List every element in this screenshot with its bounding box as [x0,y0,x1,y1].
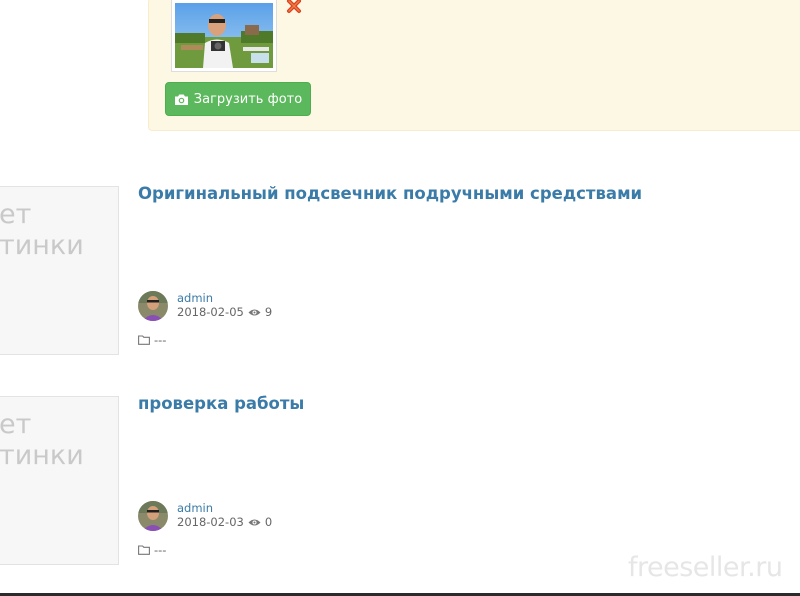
post-title-link[interactable]: Оригинальный подсвечник подручными средс… [138,184,642,203]
photo-image [175,3,273,68]
no-image-placeholder[interactable]: ет тинки [0,396,119,565]
category-name[interactable]: --- [154,333,166,347]
post-date: 2018-02-05 [177,305,244,319]
view-count: 9 [264,305,273,319]
post-meta: 2018-02-05 9 [177,305,272,319]
camera-icon [174,94,188,105]
post-title-link[interactable]: проверка работы [138,394,304,413]
author-link[interactable]: admin [177,291,213,305]
page: Загрузить фото ет тинки Оригинальный под… [0,0,800,596]
post-item: ет тинки проверка работы admin 2018-02-0… [0,394,800,566]
photo-upload-panel: Загрузить фото [148,0,800,131]
category-name[interactable]: --- [154,543,166,557]
delete-photo-icon[interactable] [286,0,302,14]
folder-icon [138,545,150,555]
no-image-placeholder[interactable]: ет тинки [0,186,119,355]
no-image-text: ет тинки [0,199,84,261]
post-category: --- [138,333,166,347]
author-link[interactable]: admin [177,501,213,515]
uploaded-photo-thumbnail[interactable] [171,0,277,72]
avatar[interactable] [138,291,168,321]
eye-icon [248,519,261,525]
view-count: 0 [264,515,273,529]
post-item: ет тинки Оригинальный подсвечник подручн… [0,184,800,356]
upload-photo-button[interactable]: Загрузить фото [165,82,311,116]
avatar[interactable] [138,501,168,531]
eye-icon [248,309,261,315]
post-category: --- [138,543,166,557]
folder-icon [138,335,150,345]
watermark: freeseller.ru [628,552,783,583]
post-date: 2018-02-03 [177,515,244,529]
no-image-text: ет тинки [0,409,84,471]
post-meta: 2018-02-03 0 [177,515,272,529]
upload-button-label: Загрузить фото [193,91,303,107]
